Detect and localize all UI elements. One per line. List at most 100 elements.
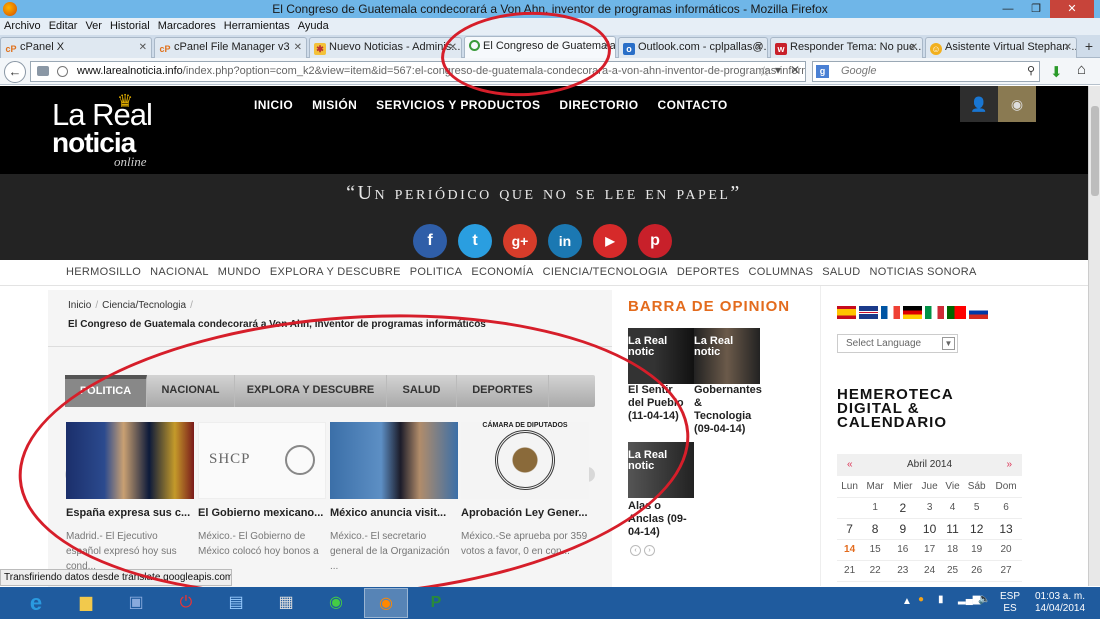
tab-explora[interactable]: EXPLORA Y DESCUBRE: [235, 375, 387, 407]
cat-economia[interactable]: ECONOMÍA: [471, 266, 533, 278]
calendar-day-today[interactable]: 14: [837, 539, 863, 561]
menu-ver[interactable]: Ver: [81, 18, 106, 35]
news-image[interactable]: [66, 422, 194, 499]
rss-icon[interactable]: ◉: [998, 86, 1036, 122]
opinion-next-icon[interactable]: ›: [644, 545, 655, 556]
nav-directorio[interactable]: DIRECTORIO: [559, 98, 638, 112]
tab-responder-tema[interactable]: w Responder Tema: No pue... ✕: [770, 37, 923, 58]
restore-icon[interactable]: ❐: [1022, 0, 1050, 18]
news-title[interactable]: Aprobación Ley Gener...: [461, 507, 589, 519]
english-flag-icon[interactable]: [859, 306, 878, 319]
calendar-day[interactable]: 19: [963, 539, 991, 561]
calendar-day[interactable]: 13: [990, 518, 1022, 540]
opinion-image[interactable]: La Real notic: [628, 442, 694, 498]
tray-app-icon[interactable]: ●: [918, 594, 924, 605]
tab-deportes[interactable]: DEPORTES: [457, 375, 549, 407]
news-slide[interactable]: México anuncia visit... México.- El secr…: [330, 422, 458, 574]
calendar-day[interactable]: 25: [941, 560, 964, 582]
nav-mision[interactable]: MISIÓN: [312, 98, 357, 112]
cat-politica[interactable]: POLITICA: [410, 266, 463, 278]
calendar-day[interactable]: 21: [837, 560, 863, 582]
user-icon[interactable]: 👤: [960, 86, 998, 122]
tab-close-icon[interactable]: ✕: [294, 38, 302, 57]
cat-columnas[interactable]: COLUMNAS: [749, 266, 814, 278]
calendar-day[interactable]: 24: [917, 560, 942, 582]
identity-icon[interactable]: [37, 66, 49, 76]
linkedin-icon[interactable]: in: [548, 224, 582, 258]
news-title[interactable]: El Gobierno mexicano...: [198, 507, 326, 519]
control-panel-icon[interactable]: ▣: [114, 588, 158, 618]
opinion-image[interactable]: La Real notic: [628, 328, 694, 384]
news-title[interactable]: España expresa sus c...: [66, 507, 194, 519]
pinterest-icon[interactable]: p: [638, 224, 672, 258]
opinion-prev-icon[interactable]: ‹: [630, 545, 641, 556]
tab-cpanel[interactable]: cP cPanel X ✕: [0, 37, 152, 58]
breadcrumb-inicio[interactable]: Inicio: [68, 300, 91, 311]
news-slide[interactable]: España expresa sus c... Madrid.- El Ejec…: [66, 422, 194, 574]
tray-up-arrow-icon[interactable]: ▲: [902, 596, 912, 607]
calendar-prev-button[interactable]: «: [847, 454, 853, 476]
notepad-icon[interactable]: ▤: [214, 588, 258, 618]
facebook-icon[interactable]: f: [413, 224, 447, 258]
tab-salud[interactable]: SALUD: [387, 375, 457, 407]
site-logo[interactable]: La Real noticia online: [52, 99, 153, 169]
volume-icon[interactable]: 🔈: [978, 594, 990, 605]
portuguese-flag-icon[interactable]: [947, 306, 966, 319]
calendar-day[interactable]: 23: [888, 560, 918, 582]
tab-outlook[interactable]: o Outlook.com - cplpallas@... ✕: [618, 37, 768, 58]
menu-archivo[interactable]: Archivo: [0, 18, 45, 35]
page-scrollbar[interactable]: [1088, 86, 1100, 586]
menu-marcadores[interactable]: Marcadores: [154, 18, 220, 35]
close-icon[interactable]: ✕: [1050, 0, 1094, 18]
calendar-day[interactable]: 20: [990, 539, 1022, 561]
bookmark-star-icon[interactable]: ☆: [758, 63, 771, 80]
breadcrumb-ciencia[interactable]: Ciencia/Tecnologia: [102, 300, 186, 311]
tab-file-manager[interactable]: cP cPanel File Manager v3 ✕: [154, 37, 307, 58]
tab-close-icon[interactable]: ✕: [755, 38, 763, 57]
tab-close-icon[interactable]: ✕: [139, 38, 147, 57]
internet-explorer-icon[interactable]: e: [14, 588, 58, 618]
cat-ciencia[interactable]: CIENCIA/TECNOLOGIA: [543, 266, 668, 278]
twitter-icon[interactable]: t: [458, 224, 492, 258]
cat-nacional[interactable]: NACIONAL: [150, 266, 209, 278]
stop-icon[interactable]: ▾: [775, 63, 781, 77]
news-image[interactable]: [330, 422, 458, 499]
cat-salud[interactable]: SALUD: [822, 266, 860, 278]
calculator-icon[interactable]: ▦: [264, 588, 308, 618]
opinion-caption[interactable]: Alas o Anclas (09-04-14): [628, 500, 690, 539]
tab-nacional[interactable]: NACIONAL: [147, 375, 235, 407]
language-select[interactable]: Select Language ▼: [837, 334, 958, 353]
news-image[interactable]: CÁMARA DE DIPUTADOS: [461, 422, 589, 499]
tab-close-icon[interactable]: ✕: [603, 37, 611, 56]
calendar-day[interactable]: 4: [941, 497, 964, 519]
chevron-down-icon[interactable]: ▼: [942, 337, 955, 350]
news-image[interactable]: SHCP: [198, 422, 326, 499]
calendar-day[interactable]: 1: [862, 497, 889, 519]
calendar-day[interactable]: 3: [917, 497, 942, 519]
stop-loading-icon[interactable]: ✕: [790, 63, 800, 77]
calendar-day[interactable]: 11: [941, 518, 964, 540]
calendar-day[interactable]: 7: [837, 518, 863, 540]
calendar-day[interactable]: 18: [941, 539, 964, 561]
back-button[interactable]: ←: [4, 61, 26, 83]
tab-nuevo-noticias[interactable]: ✱ Nuevo Noticias - Adminis... ✕: [309, 37, 462, 58]
calendar-day[interactable]: 10: [917, 518, 942, 540]
cat-noticias-sonora[interactable]: NOTICIAS SONORA: [869, 266, 976, 278]
calendar-day[interactable]: 8: [862, 518, 889, 540]
search-input[interactable]: g Google ⚲: [812, 61, 1040, 82]
news-slide[interactable]: CÁMARA DE DIPUTADOS Aprobación Ley Gener…: [461, 422, 589, 559]
calendar-next-button[interactable]: »: [1006, 454, 1012, 476]
german-flag-icon[interactable]: [903, 306, 922, 319]
power-icon[interactable]: ⏻: [164, 588, 208, 618]
opinion-caption[interactable]: El Sentir del Pueblo (11-04-14): [628, 384, 690, 423]
calendar-day[interactable]: 5: [963, 497, 991, 519]
calendar-day[interactable]: 22: [862, 560, 889, 582]
french-flag-icon[interactable]: [881, 306, 900, 319]
nav-servicios[interactable]: SERVICIOS Y PRODUCTOS: [376, 98, 540, 112]
file-explorer-icon[interactable]: ▆: [64, 588, 108, 618]
calendar-day[interactable]: 15: [862, 539, 889, 561]
menu-herramientas[interactable]: Herramientas: [220, 18, 294, 35]
menu-historial[interactable]: Historial: [106, 18, 154, 35]
language-indicator[interactable]: ESP ES: [998, 591, 1022, 615]
tab-el-congreso[interactable]: El Congreso de Guatemala... ✕: [464, 36, 616, 59]
